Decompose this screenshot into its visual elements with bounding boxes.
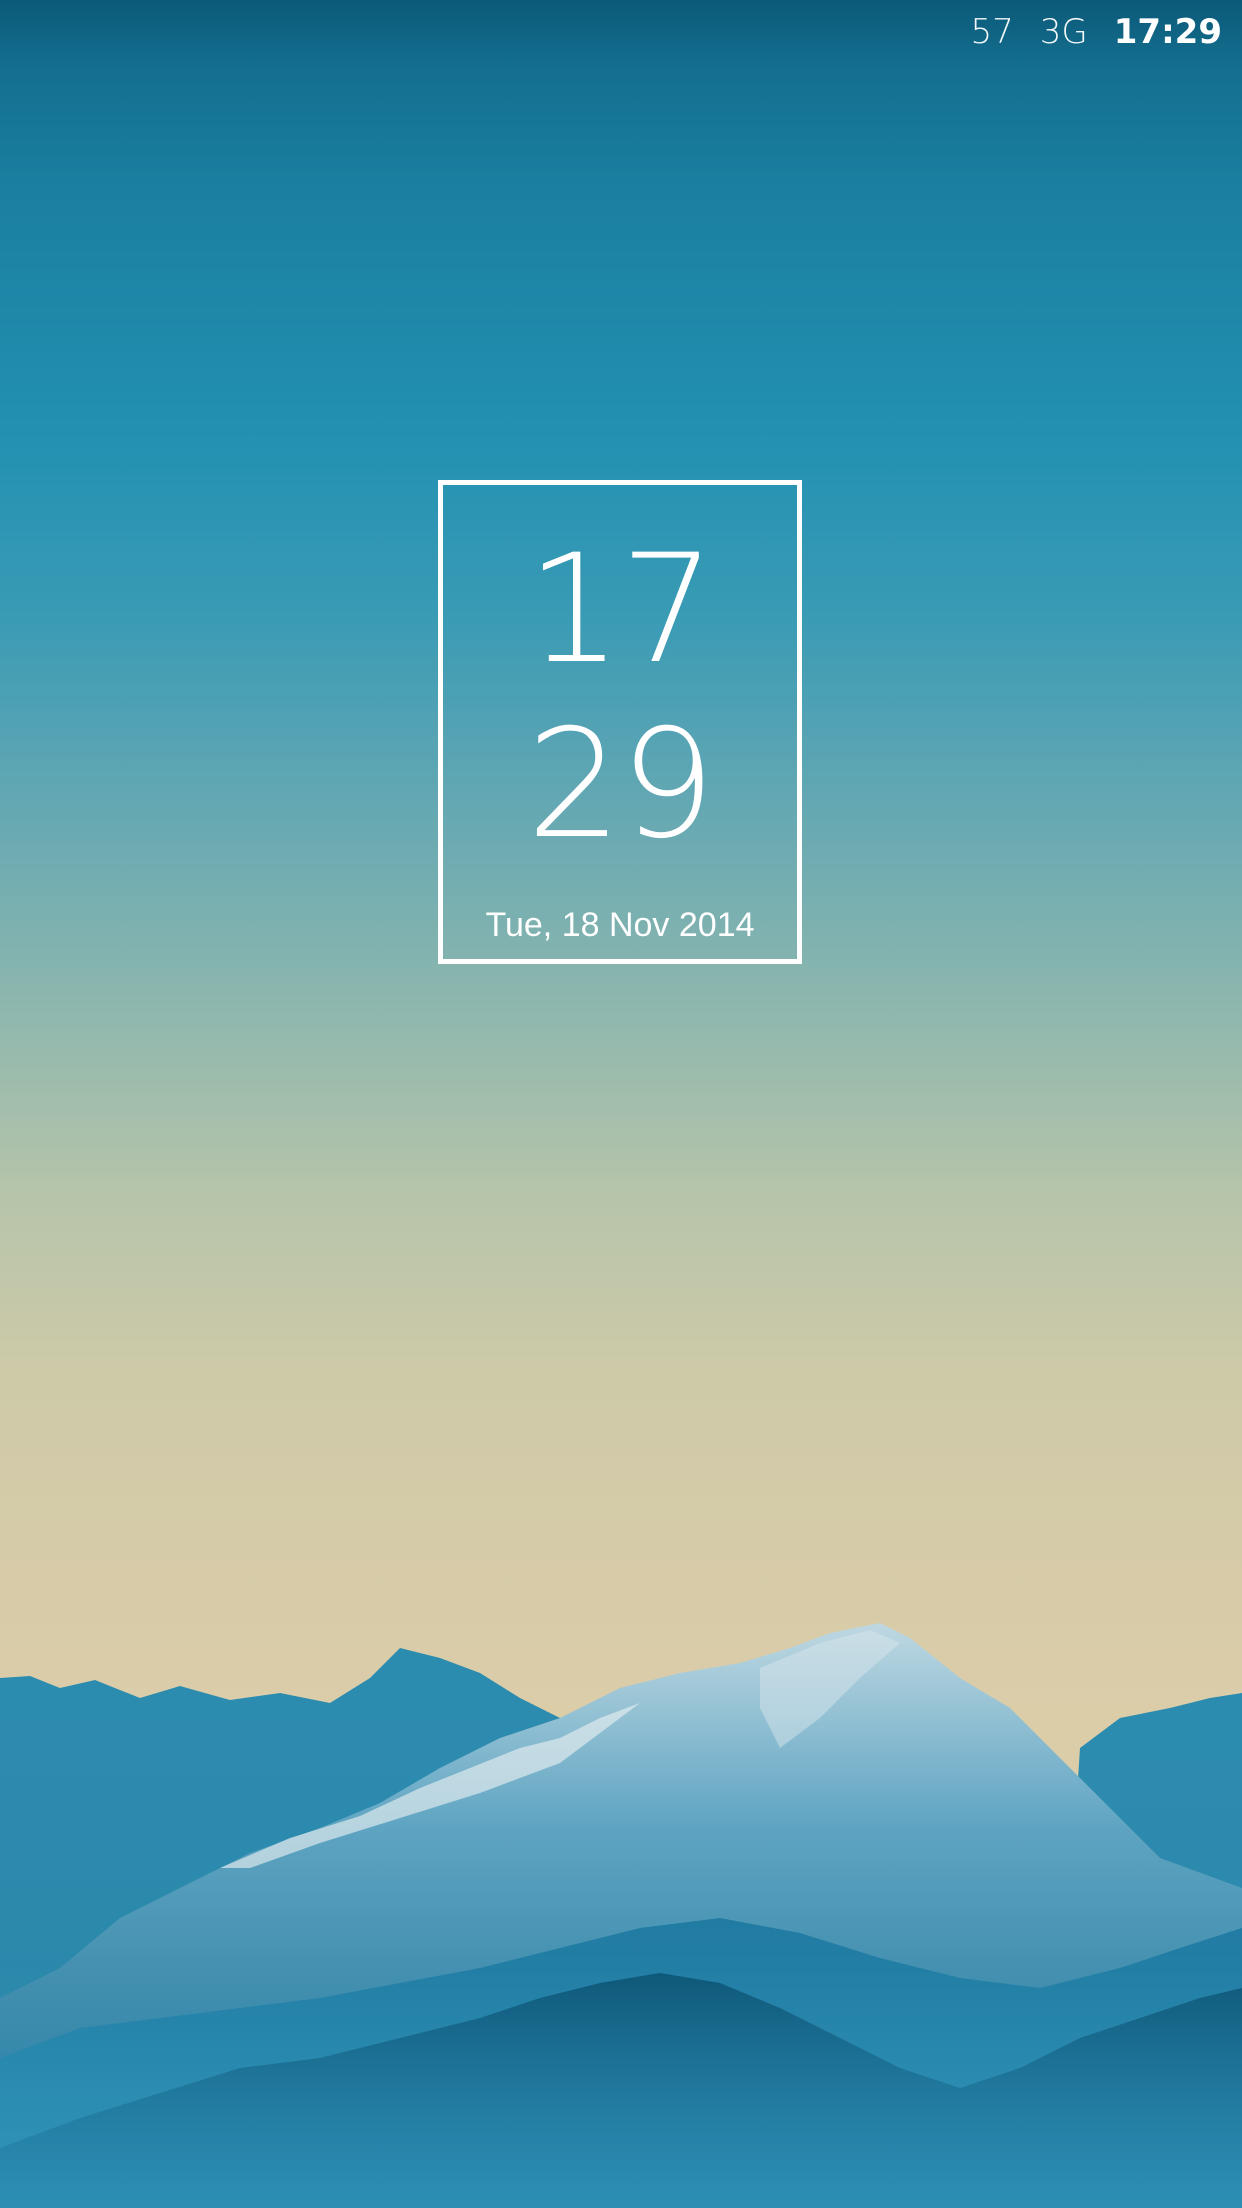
clock-widget[interactable]: 17 29 Tue, 18 Nov 2014 — [438, 480, 802, 964]
network-type: 3G — [1039, 12, 1088, 52]
lock-screen[interactable]: 57 3G 17:29 17 29 Tue, 18 Nov 2014 — [0, 0, 1242, 2208]
clock-minute: 29 — [526, 698, 716, 872]
status-time: 17:29 — [1113, 12, 1222, 52]
clock-date: Tue, 18 Nov 2014 — [485, 906, 755, 944]
status-value: 57 — [970, 12, 1014, 52]
clock-hour: 17 — [526, 523, 716, 697]
mountain-wallpaper — [0, 1623, 1242, 2208]
status-indicators: 57 3G 17:29 — [971, 10, 1222, 54]
status-bar: 57 3G 17:29 — [0, 0, 1242, 64]
